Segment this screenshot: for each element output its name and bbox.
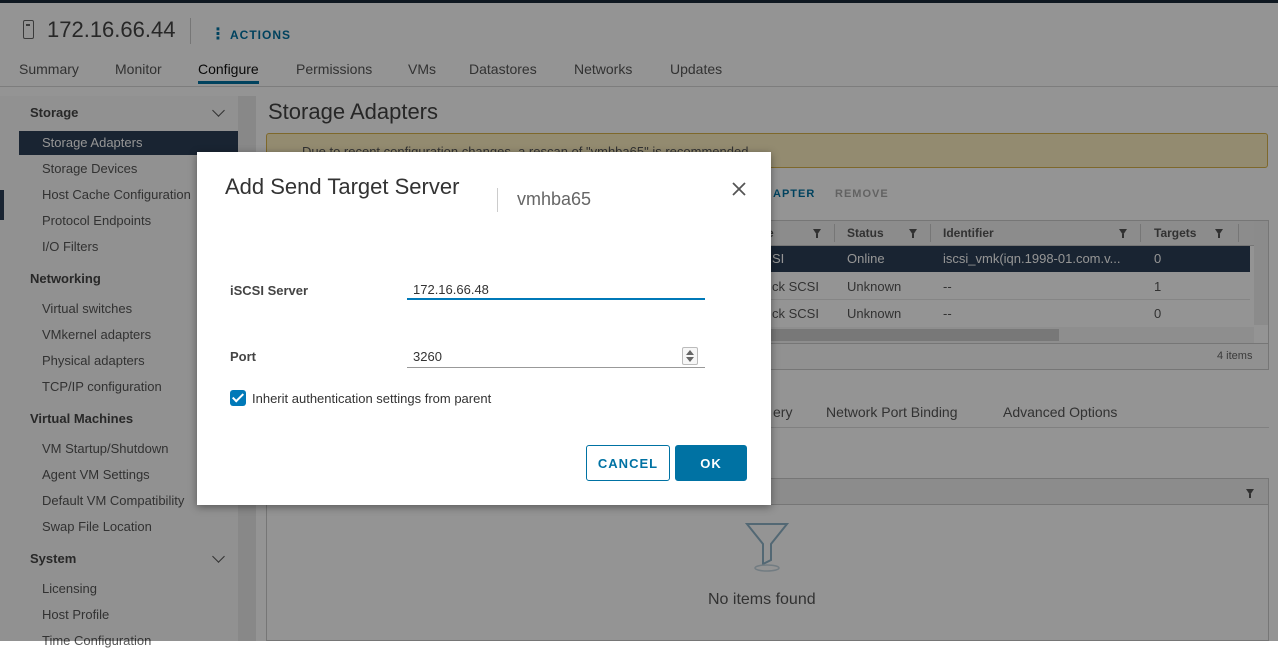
port-input[interactable] — [407, 346, 705, 368]
inherit-auth-checkbox[interactable] — [230, 390, 246, 406]
ok-button[interactable]: OK — [675, 445, 747, 481]
dialog-title: Add Send Target Server — [225, 174, 460, 199]
dialog-title-divider — [497, 188, 498, 212]
iscsi-server-input[interactable] — [407, 280, 705, 300]
iscsi-server-label: iSCSI Server — [230, 283, 309, 298]
inherit-auth-label[interactable]: Inherit authentication settings from par… — [252, 391, 491, 406]
dialog-subtitle: vmhba65 — [517, 189, 592, 209]
close-icon[interactable] — [729, 179, 749, 199]
port-label: Port — [230, 349, 256, 364]
port-stepper-icon[interactable] — [682, 347, 698, 365]
cancel-button[interactable]: CANCEL — [586, 445, 670, 481]
